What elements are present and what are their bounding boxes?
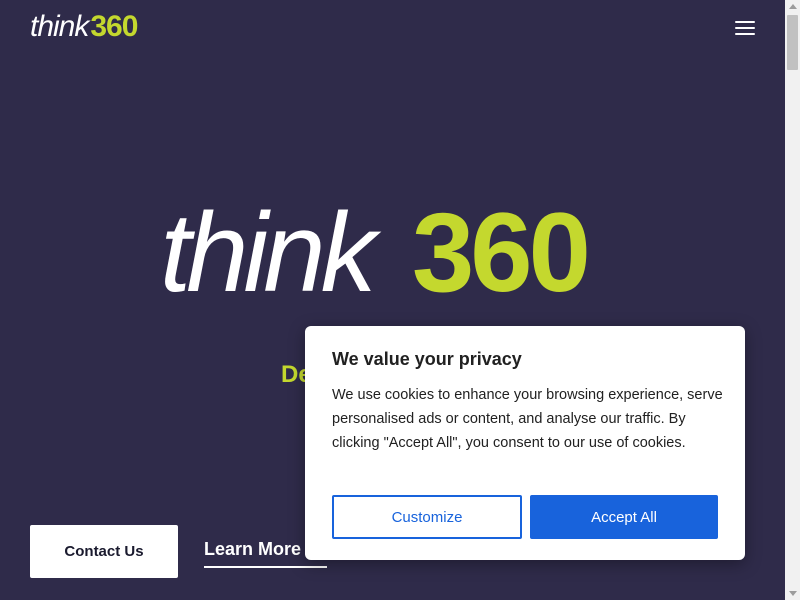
logo-think-text: think: [30, 10, 89, 43]
hero-logo: think 360: [160, 188, 630, 318]
hero-logo-360: 360: [412, 190, 591, 315]
accept-all-button[interactable]: Accept All: [530, 495, 718, 539]
logo-360-text: 360: [90, 10, 138, 43]
site-logo[interactable]: think360: [30, 9, 138, 45]
scroll-down-arrow-icon[interactable]: [789, 591, 797, 596]
site-header: think360: [0, 0, 785, 56]
contact-us-button[interactable]: Contact Us: [30, 525, 178, 578]
cookie-consent-banner: We value your privacy We use cookies to …: [305, 326, 745, 560]
page-scrollbar[interactable]: [785, 0, 800, 600]
cookie-title: We value your privacy: [332, 349, 522, 369]
customize-button[interactable]: Customize: [332, 495, 522, 539]
hero-logo-think: think: [160, 190, 377, 315]
scrollbar-thumb[interactable]: [787, 15, 798, 70]
cookie-description: We use cookies to enhance your browsing …: [332, 387, 723, 451]
hamburger-menu-icon[interactable]: [735, 20, 755, 36]
scroll-up-arrow-icon[interactable]: [789, 4, 797, 9]
